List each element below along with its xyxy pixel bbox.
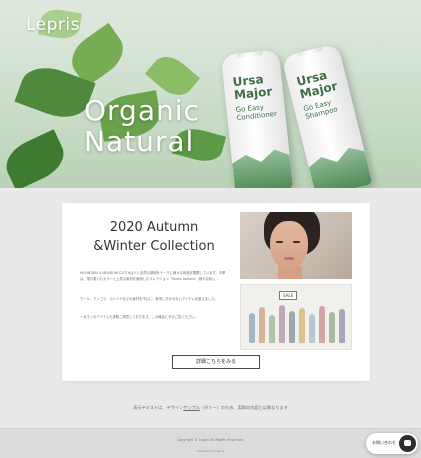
- illustration-sign: SALE: [279, 291, 298, 300]
- collection-paragraph: 一点モノのアイテムも多数ご用意しております。この機会にぜひご覧ください。: [80, 315, 198, 319]
- model-portrait-image: [240, 212, 352, 279]
- chat-widget-label: お問い合わせ: [372, 440, 396, 445]
- site-footer: [0, 428, 421, 458]
- product-bottle-conditioner: Ursa Major Go Easy Conditioner: [220, 49, 294, 188]
- notice-text: （ダミー）のため、実際の内容とは異なります: [199, 405, 288, 410]
- collection-paragraph: ウール、アンゴラ、カシミヤなどの素材を中心に、秋冬に欠かせないアイテムを揃えまし…: [80, 297, 218, 301]
- crowd-illustration-image: SALE: [240, 284, 352, 350]
- illustration-figure: [309, 314, 315, 343]
- bottle-cap: [235, 49, 264, 58]
- illustration-figure: [319, 306, 325, 343]
- hero-headline-line: Organic: [84, 94, 200, 127]
- product-bottle-shampoo: Ursa Major Go Easy Shampoo: [281, 43, 373, 188]
- bottle-brand-name: Ursa Major: [232, 72, 273, 102]
- collection-title: 2020 Autumn &Winter Collection: [80, 218, 228, 256]
- illustration-figure: [329, 312, 335, 343]
- site-logo[interactable]: Lepris: [26, 15, 80, 35]
- collection-title-line: &Winter Collection: [93, 239, 215, 254]
- portrait-eye: [293, 241, 300, 243]
- chat-widget-button[interactable]: お問い合わせ: [366, 433, 418, 454]
- bottle-brand-name: Ursa Major: [295, 67, 339, 102]
- bottle-brand-line: Major: [233, 84, 273, 103]
- illustration-figure: [339, 309, 345, 343]
- view-details-button[interactable]: 詳細こちらをみる: [172, 355, 260, 369]
- bottle-mountain-graphic: [305, 137, 373, 188]
- illustration-figure: [289, 311, 295, 343]
- copyright-text: Copyright © Lepris All Rights Reserved.: [176, 438, 245, 442]
- hero-banner: Ursa Major Go Easy Conditioner Ursa Majo…: [0, 0, 421, 188]
- bottle-cap: [293, 43, 324, 58]
- illustration-figure: [269, 315, 275, 343]
- hero-headline: Organic Natural: [84, 95, 200, 157]
- leaf-decoration: [0, 129, 71, 188]
- site-notice: 表示テキストは、デザインサンプル（ダミー）のため、実際の内容とは異なります: [0, 405, 421, 411]
- bottle-product-type: Go Easy Conditioner: [235, 102, 277, 122]
- portrait-face: [270, 221, 308, 269]
- powered-by-text: Powered by Lepris: [196, 449, 225, 453]
- illustration-figure: [249, 313, 255, 343]
- chat-bubble-icon: [399, 435, 416, 452]
- collection-title-line: 2020 Autumn: [109, 220, 199, 235]
- portrait-lips: [284, 257, 294, 260]
- portrait-eye: [276, 241, 283, 243]
- notice-link[interactable]: サンプル: [183, 405, 200, 410]
- collection-paragraph: MOUNTAIN & MEADOW CLOTHは人と自然の調和をテーマに様々な商…: [80, 271, 226, 282]
- bottle-mountain-graphic: [230, 141, 293, 188]
- illustration-figure: [279, 305, 285, 343]
- illustration-figure: [259, 307, 265, 343]
- illustration-figure: [299, 308, 305, 343]
- bottle-product-type: Go Easy Shampoo: [303, 97, 339, 121]
- hero-headline-line: Natural: [84, 125, 195, 158]
- notice-text: 表示テキストは、デザイン: [133, 405, 184, 410]
